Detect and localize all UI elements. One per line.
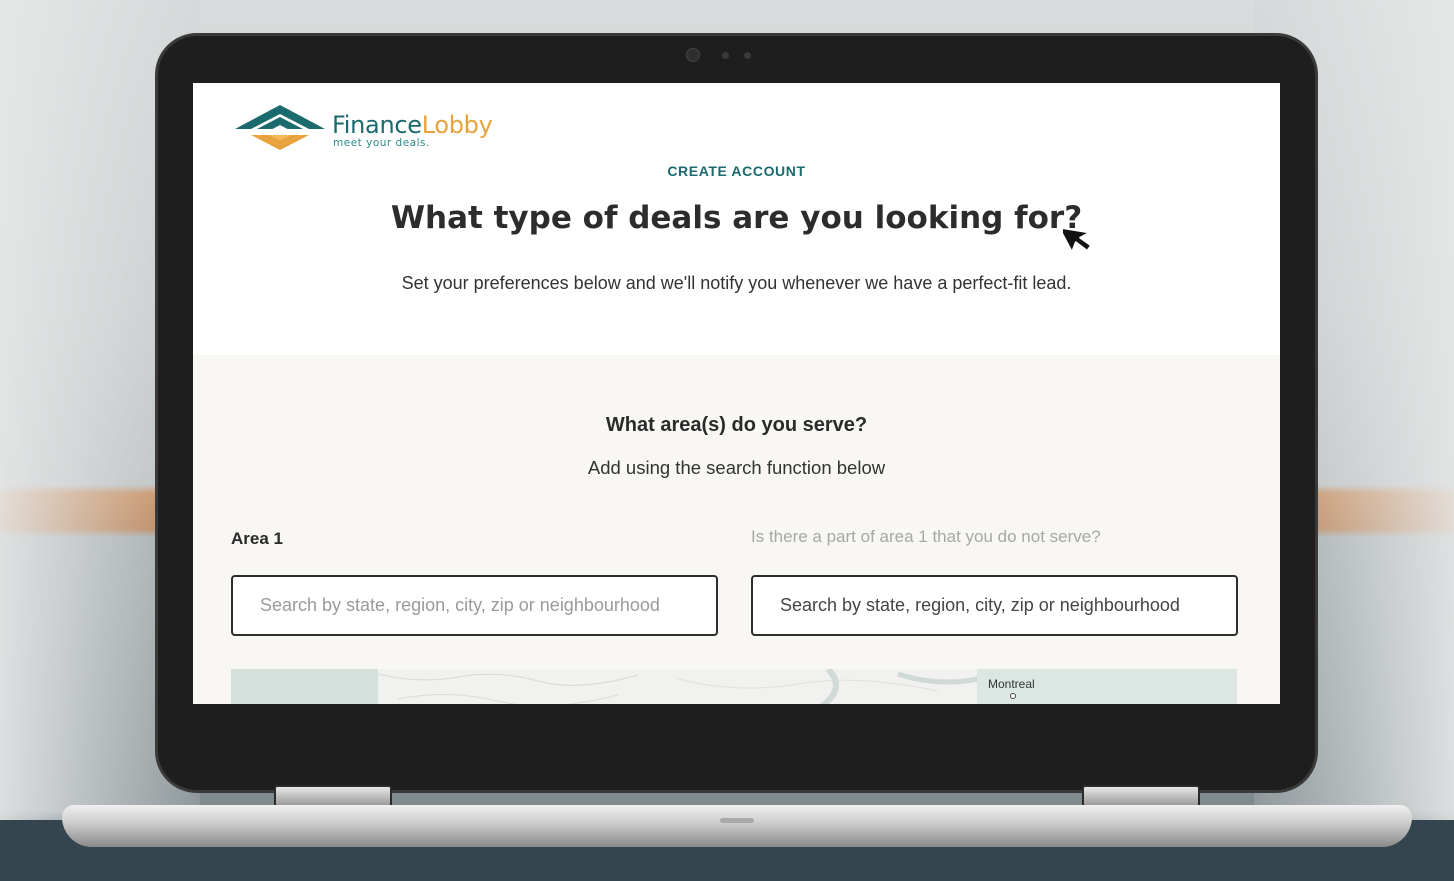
areas-question: What area(s) do you serve? (605, 414, 868, 436)
logo-wordmark: FinanceLobby (332, 111, 493, 139)
map-terrain (378, 669, 978, 704)
areas-panel: What area(s) do you serve? Add using the… (193, 355, 1280, 704)
financelobby-logo-icon (235, 105, 325, 150)
map-city-marker (1010, 693, 1016, 699)
webcam-icon (686, 48, 700, 62)
exclude-area-search-text: Search by state, region, city, zip or ne… (780, 595, 1180, 615)
area-map[interactable]: Montreal (231, 669, 1237, 704)
financelobby-logo[interactable]: FinanceLobby meet your deals. (235, 103, 495, 159)
create-account-eyebrow: CREATE ACCOUNT (667, 163, 806, 179)
logo-tagline: meet your deals. (333, 137, 430, 149)
areas-helper-text: Add using the search function below (587, 457, 886, 478)
exclude-area-label: Is there a part of area 1 that you do no… (751, 527, 1101, 546)
laptop-hinge-right (1082, 785, 1200, 807)
sensor-dot (722, 52, 729, 59)
laptop-base-notch (720, 818, 754, 823)
page-subtitle: Set your preferences below and we'll not… (401, 273, 1072, 293)
map-city-label: Montreal (988, 677, 1035, 691)
laptop-hinge-left (274, 785, 392, 807)
area-1-label: Area 1 (231, 529, 283, 548)
logo-word-lobby: Lobby (421, 111, 493, 139)
laptop-base (62, 805, 1412, 847)
area-1-search-placeholder: Search by state, region, city, zip or ne… (260, 595, 660, 615)
map-water-region (231, 669, 378, 704)
area-1-search-input[interactable]: Search by state, region, city, zip or ne… (231, 575, 718, 636)
arrow-cursor-icon (1063, 226, 1093, 254)
sensor-dot (744, 52, 751, 59)
laptop-screen: FinanceLobby meet your deals. CREATE ACC… (193, 83, 1280, 704)
logo-word-finance: Finance (332, 111, 422, 139)
exclude-area-search-input[interactable]: Search by state, region, city, zip or ne… (751, 575, 1238, 636)
page-title: What type of deals are you looking for? (390, 200, 1083, 236)
